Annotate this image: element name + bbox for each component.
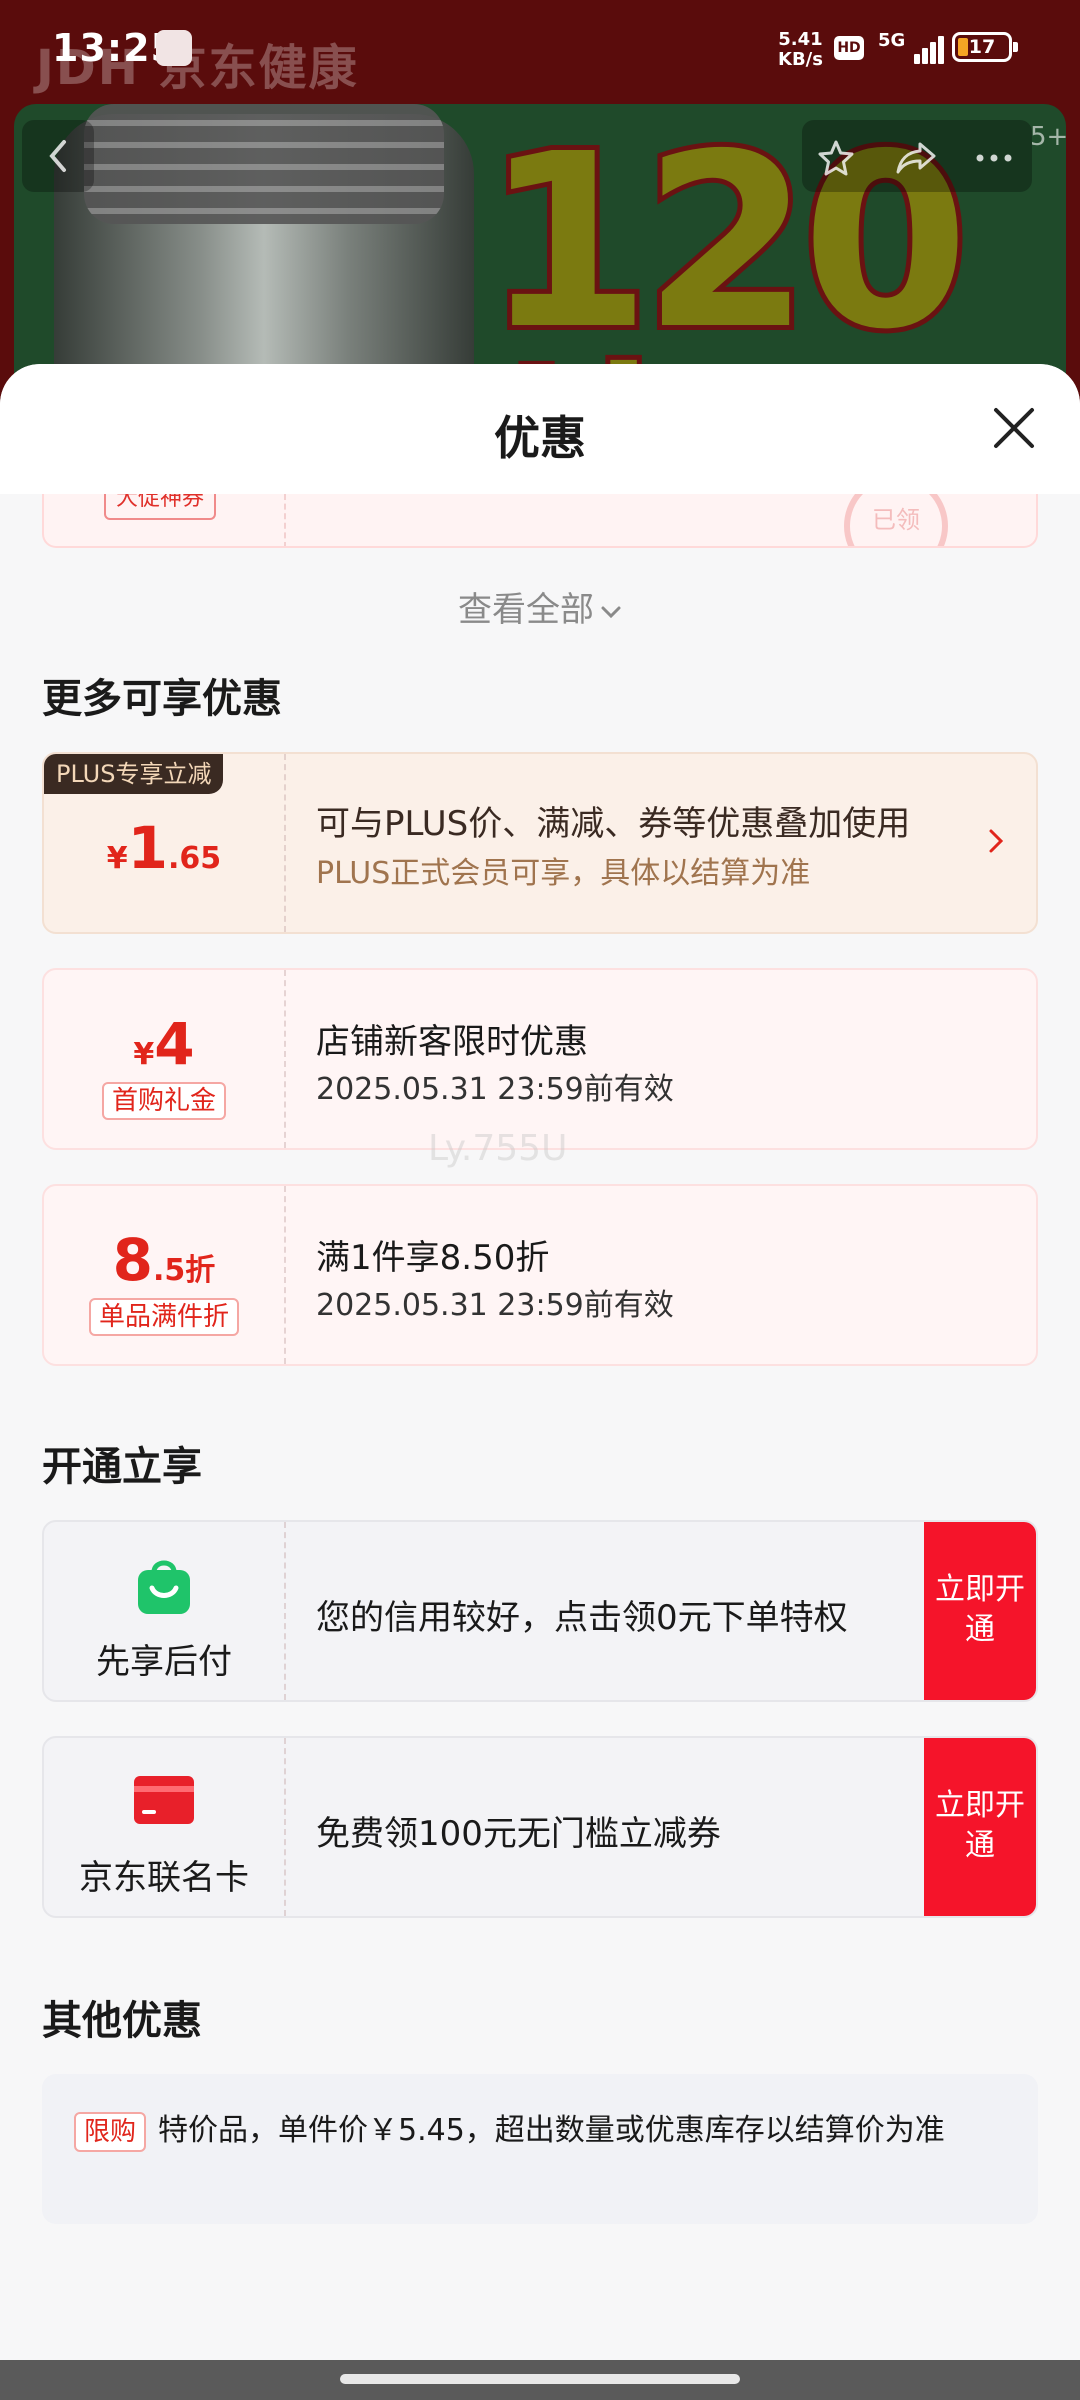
chevron-down-icon [601, 606, 621, 618]
message-count: 5+ [1030, 122, 1069, 152]
view-all-label: 查看全部 [458, 590, 594, 630]
card-divider [284, 494, 286, 546]
discount-amount: 8.5折 [112, 1226, 216, 1294]
plus-desc: 可与PLUS价、满减、券等优惠叠加使用 [316, 804, 911, 844]
card-divider [284, 1522, 286, 1700]
network-speed-unit: KB/s [778, 49, 823, 70]
pay-later-open-button[interactable]: 立即开通 [924, 1522, 1036, 1700]
pay-later-desc: 您的信用较好，点击领0元下单特权 [316, 1598, 848, 1638]
share-icon[interactable] [894, 138, 938, 178]
favorite-star-icon[interactable] [816, 138, 856, 178]
notification-app-icon [156, 30, 192, 66]
card-divider [284, 1186, 286, 1364]
plus-card-left: PLUS专享立减 ¥1.65 [44, 754, 284, 932]
section-title-more: 更多可享优惠 [42, 676, 282, 722]
more-icon[interactable] [972, 138, 1016, 178]
first-purchase-coupon-card[interactable]: ¥4 首购礼金 店铺新客限时优惠 2025.05.31 23:59前有效 [42, 968, 1038, 1150]
hd-icon: HD [834, 36, 864, 60]
other-discount-item: 限购 特价品，单件价￥5.45，超出数量或优惠库存以结算价为准 [42, 2074, 1038, 2224]
discount-desc: 满1件享8.50折 [316, 1238, 550, 1278]
close-icon[interactable] [990, 404, 1038, 452]
jd-card-desc: 免费领100元无门槛立减券 [316, 1814, 721, 1854]
discount-type-tag: 单品满件折 [44, 1298, 284, 1336]
network-speed-value: 5.41 [778, 29, 823, 50]
coupon-card-left: ¥4 首购礼金 [44, 970, 284, 1148]
jd-card-open-button[interactable]: 立即开通 [924, 1738, 1036, 1916]
coupon-card-peek[interactable]: 大促神券 已领 [42, 494, 1038, 548]
credit-card-icon [134, 1776, 194, 1824]
battery-icon: 17 [952, 32, 1018, 62]
signal-icon [900, 34, 944, 64]
plus-subdesc: PLUS正式会员可享，具体以结算为准 [316, 856, 811, 891]
battery-level: 17 [968, 36, 996, 58]
watermark: Ly.755U [428, 1128, 568, 1169]
back-button[interactable] [22, 120, 94, 192]
status-bar: JDH 京东健康 13:25 5.41 KB/s HD 5G 17 [0, 0, 1080, 100]
pay-later-name: 先享后付 [96, 1642, 232, 1682]
jd-card-left: 京东联名卡 [44, 1738, 284, 1916]
network-speed: 5.41 KB/s [778, 30, 823, 70]
bottle-cap-image [84, 104, 444, 224]
item-discount-card[interactable]: 8.5折 单品满件折 满1件享8.50折 2025.05.31 23:59前有效 [42, 1184, 1038, 1366]
coupon-expiry: 2025.05.31 23:59前有效 [316, 1072, 674, 1107]
shopping-bag-icon [138, 1560, 190, 1614]
coupon-type-tag: 首购礼金 [44, 1082, 284, 1120]
back-arrow-icon [49, 140, 66, 172]
coupon-amount: ¥4 [133, 1010, 195, 1078]
section-title-other: 其他优惠 [42, 1998, 202, 2044]
card-divider [284, 754, 286, 932]
jd-card-name: 京东联名卡 [79, 1858, 249, 1898]
plus-tag: PLUS专享立减 [44, 754, 224, 794]
pay-later-left: 先享后付 [44, 1522, 284, 1700]
plus-price: ¥1.65 [106, 814, 222, 882]
jd-card-card[interactable]: 京东联名卡 免费领100元无门槛立减券 立即开通 [42, 1736, 1038, 1918]
coupon-sheet: 优惠 大促神券 已领 查看全部 更多可享优惠 PLUS专享立减 ¥1.65 可与… [0, 364, 1080, 2360]
card-divider [284, 1738, 286, 1916]
top-action-group [802, 120, 1032, 192]
sheet-title: 优惠 [494, 411, 586, 465]
sheet-header: 优惠 [0, 364, 1080, 494]
home-indicator[interactable] [340, 2374, 740, 2384]
other-discount-text: 特价品，单件价￥5.45，超出数量或优惠库存以结算价为准 [158, 2113, 945, 2148]
peek-coupon-tag: 大促神券 [104, 494, 217, 520]
limit-tag: 限购 [74, 2112, 147, 2152]
pay-later-card[interactable]: 先享后付 您的信用较好，点击领0元下单特权 立即开通 [42, 1520, 1038, 1702]
plus-discount-card[interactable]: PLUS专享立减 ¥1.65 可与PLUS价、满减、券等优惠叠加使用 PLUS正… [42, 752, 1038, 934]
coupon-desc: 店铺新客限时优惠 [316, 1022, 588, 1062]
chevron-right-icon [989, 829, 1004, 853]
discount-card-left: 8.5折 单品满件折 [44, 1186, 284, 1364]
view-all-button[interactable]: 查看全部 [0, 582, 1080, 631]
claimed-stamp: 已领 [844, 494, 948, 546]
section-title-open: 开通立享 [42, 1444, 202, 1490]
discount-expiry: 2025.05.31 23:59前有效 [316, 1288, 674, 1323]
card-divider [284, 970, 286, 1148]
